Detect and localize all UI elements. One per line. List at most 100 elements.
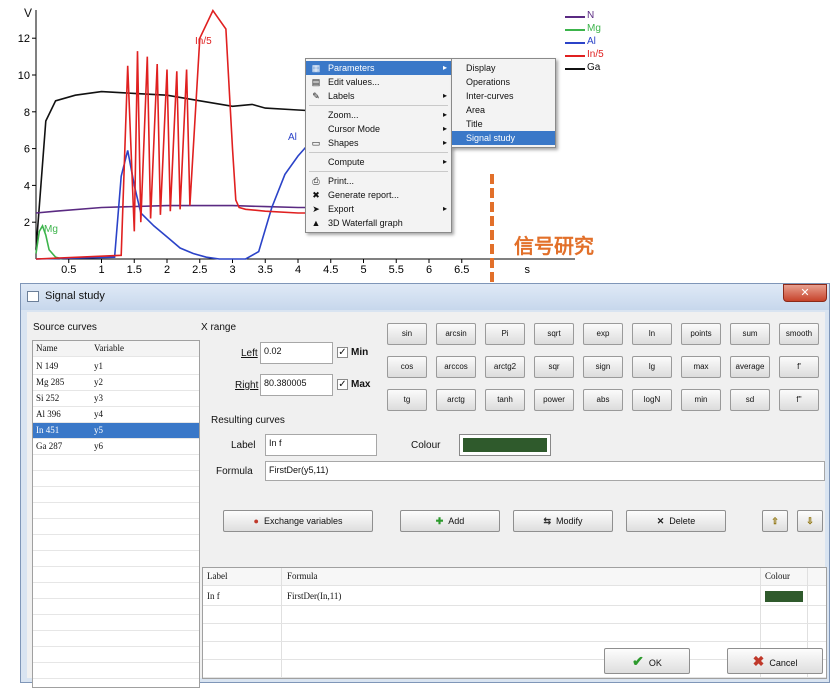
submenu-item[interactable]: Inter-curves [452, 89, 555, 103]
function-button[interactable]: f' [779, 356, 819, 378]
menu-item-label: Zoom... [328, 110, 359, 120]
x-tick-label: 1.5 [127, 264, 142, 276]
formula-input[interactable]: FirstDer(y5,11) [265, 461, 825, 481]
delete-button[interactable]: ✕ Delete [626, 510, 726, 532]
legend-swatch [565, 55, 585, 57]
menu-item[interactable]: ▲ 3D Waterfall graph [306, 216, 451, 230]
function-button[interactable]: sd [730, 389, 770, 411]
function-button[interactable]: power [534, 389, 574, 411]
dialog-titlebar[interactable]: Signal study ✕ [21, 284, 829, 310]
min-checkbox[interactable]: ✓ [337, 347, 348, 358]
exchange-variables-button[interactable]: ● Exchange variables [223, 510, 373, 532]
menu-item-label: Edit values... [328, 77, 380, 87]
function-button[interactable]: sign [583, 356, 623, 378]
function-button[interactable]: arcsin [436, 323, 476, 345]
result-colour-swatch [765, 591, 803, 602]
delete-icon: ✕ [656, 516, 665, 526]
y-axis-label: V [24, 6, 33, 20]
function-button[interactable]: tg [387, 389, 427, 411]
result-table-header: Label Formula Colour [203, 568, 826, 586]
function-button[interactable]: abs [583, 389, 623, 411]
function-button[interactable]: points [681, 323, 721, 345]
curve-variable: y1 [94, 361, 103, 371]
submenu-item[interactable]: Title [452, 117, 555, 131]
menu-item[interactable]: ✎ Labels ▸ [306, 89, 451, 103]
source-curves-list[interactable]: Name Variable N 149 y1 Mg 285 y2 Si 252 y3 Al 39… [32, 340, 200, 688]
submenu-item[interactable]: Operations [452, 75, 555, 89]
empty-row [203, 624, 826, 642]
function-button[interactable]: f'' [779, 389, 819, 411]
ok-button[interactable]: ✔ OK [604, 648, 690, 674]
left-input[interactable]: 0.02 [260, 342, 333, 364]
menu-item-label: Print... [328, 176, 355, 186]
function-button[interactable]: arctg [436, 389, 476, 411]
menu-item[interactable]: ▦ Parameters ▸ [306, 61, 451, 75]
function-button[interactable]: max [681, 356, 721, 378]
source-curve-row[interactable]: N 149 y1 [33, 359, 199, 375]
function-button[interactable]: smooth [779, 323, 819, 345]
source-curve-row[interactable]: Si 252 y3 [33, 391, 199, 407]
result-row[interactable]: In f FirstDer(In,11) [203, 588, 826, 606]
move-down-button[interactable]: ⇩ [797, 510, 823, 532]
function-button[interactable]: cos [387, 356, 427, 378]
source-curve-row[interactable]: Ga 287 y6 [33, 439, 199, 455]
function-button[interactable]: logN [632, 389, 672, 411]
move-up-button[interactable]: ⇧ [762, 510, 788, 532]
result-formula: FirstDer(In,11) [287, 591, 342, 601]
submenu-item[interactable]: Area [452, 103, 555, 117]
function-button[interactable]: sqrt [534, 323, 574, 345]
close-button[interactable]: ✕ [783, 284, 827, 302]
submenu-item[interactable]: Display [452, 61, 555, 75]
function-button[interactable]: min [681, 389, 721, 411]
empty-row [33, 599, 199, 615]
function-button[interactable]: Pi [485, 323, 525, 345]
context-menu[interactable]: ▦ Parameters ▸ ▤ Edit values... ✎ Labels ▸ Zoom.… [305, 58, 452, 233]
max-checkbox[interactable]: ✓ [337, 379, 348, 390]
parameters-submenu[interactable]: Display Operations Inter-curves Area Title Si… [451, 58, 556, 148]
menu-item[interactable]: ▤ Edit values... [306, 75, 451, 89]
curve-variable: y2 [94, 377, 103, 387]
menu-item[interactable]: Cursor Mode ▸ [306, 122, 451, 136]
menu-item[interactable]: ▭ Shapes ▸ [306, 136, 451, 150]
right-input[interactable]: 80.380005 [260, 374, 333, 396]
menu-item[interactable]: Compute ▸ [306, 155, 451, 169]
function-button[interactable]: exp [583, 323, 623, 345]
report-icon: ✖ [312, 190, 320, 200]
source-curve-row[interactable]: Mg 285 y2 [33, 375, 199, 391]
empty-row [33, 535, 199, 551]
menu-item[interactable]: ✖ Generate report... [306, 188, 451, 202]
function-button[interactable]: lg [632, 356, 672, 378]
menu-item[interactable]: Zoom... ▸ [306, 108, 451, 122]
function-button[interactable]: average [730, 356, 770, 378]
function-button[interactable]: sin [387, 323, 427, 345]
function-button[interactable]: arccos [436, 356, 476, 378]
function-button[interactable]: arctg2 [485, 356, 525, 378]
modify-button[interactable]: ⇆ Modify [513, 510, 613, 532]
function-button[interactable]: sum [730, 323, 770, 345]
x-tick-label: s [525, 264, 531, 276]
curve-variable: y4 [94, 409, 103, 419]
legend-label: In/5 [587, 49, 604, 60]
menu-item[interactable]: ➤ Export ▸ [306, 202, 451, 216]
colour-swatch[interactable] [459, 434, 551, 456]
empty-row [33, 455, 199, 471]
empty-row [33, 663, 199, 679]
function-button[interactable]: ln [632, 323, 672, 345]
menu-item[interactable]: ⎙ Print... [306, 174, 451, 188]
function-button[interactable]: tanh [485, 389, 525, 411]
source-curve-row[interactable]: Al 396 y4 [33, 407, 199, 423]
menu-item-label: Export [328, 204, 355, 214]
shapes-icon: ▭ [311, 138, 321, 148]
empty-row [33, 615, 199, 631]
label-input[interactable]: In f [265, 434, 377, 456]
function-button[interactable]: sqr [534, 356, 574, 378]
export-icon: ➤ [312, 204, 320, 214]
column-header-formula: Formula [287, 571, 318, 581]
curve-label-mg: Mg [44, 224, 58, 235]
source-curve-row[interactable]: In 451 y5 [33, 423, 199, 439]
submenu-item[interactable]: Signal study [452, 131, 555, 145]
exchange-icon: ● [253, 516, 259, 526]
add-button[interactable]: ✚ Add [400, 510, 500, 532]
curve-variable: y5 [94, 425, 103, 435]
cancel-button[interactable]: ✖ Cancel [727, 648, 823, 674]
